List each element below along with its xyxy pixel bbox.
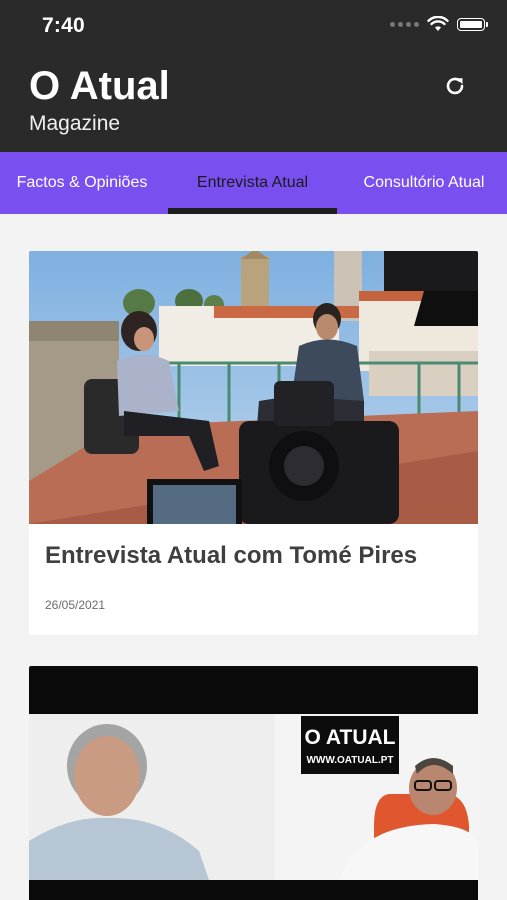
tab-consultorio-atual[interactable]: Consultório Atual [341,152,507,214]
article-card[interactable]: Entrevista Atual com Tomé Pires 26/05/20… [29,251,478,635]
app-title: O Atual [29,64,170,108]
status-time: 7:40 [42,14,85,37]
wifi-icon [427,16,449,31]
tab-entrevista-atual[interactable]: Entrevista Atual [168,152,337,214]
article-list[interactable]: Entrevista Atual com Tomé Pires 26/05/20… [0,214,507,900]
logo-url: WWW.OATUAL.PT [306,755,393,766]
article-image [29,251,478,524]
tab-factos-opinioes[interactable]: Factos & Opiniões [0,152,164,214]
app-header: 7:40 O Atual Magazine [0,0,507,152]
logo-title: O ATUAL [305,726,396,749]
article-date: 26/05/2021 [45,598,106,612]
status-icons [390,16,488,32]
cellular-signal-icon [390,21,419,27]
refresh-button[interactable] [441,72,469,100]
tab-bar: Factos & Opiniões Entrevista Atual Consu… [0,152,507,214]
article-image: O ATUAL WWW.OATUAL.PT [29,666,478,900]
battery-icon [457,17,488,31]
article-title[interactable]: Entrevista Atual com Tomé Pires [45,541,417,571]
refresh-icon [446,77,464,95]
article-card[interactable]: O ATUAL WWW.OATUAL.PT [29,666,478,900]
app-subtitle: Magazine [29,112,121,135]
